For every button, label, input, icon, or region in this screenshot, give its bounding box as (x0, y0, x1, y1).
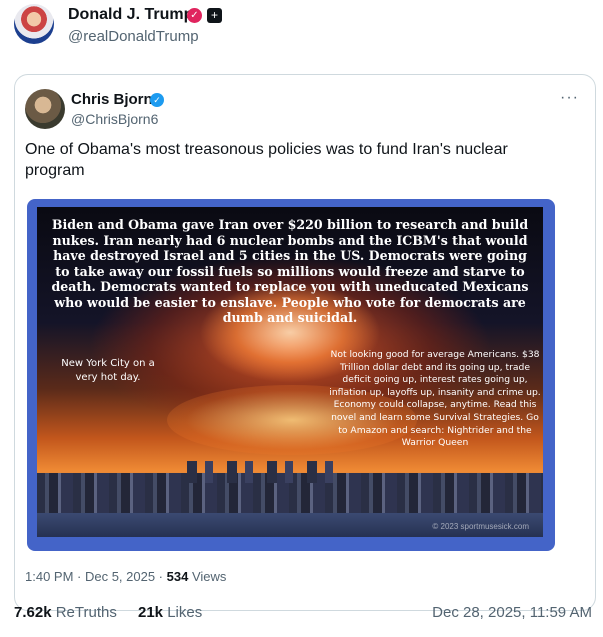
avatar[interactable] (14, 4, 54, 44)
post-time: 1:40 PM · Dec 5, 2025 · (25, 569, 164, 584)
author-handle[interactable]: @realDonaldTrump (68, 28, 199, 45)
quoted-post-card[interactable]: Chris Bjorn ✓ @ChrisBjorn6 ··· One of Ob… (14, 74, 596, 611)
image-right-caption: Not looking good for average Americans. … (329, 349, 541, 449)
likes-stat[interactable]: 21k Likes (138, 604, 202, 621)
image-main-caption: Biden and Obama gave Iran over $220 bill… (51, 217, 529, 325)
retruths-stat[interactable]: 7.62k ReTruths (14, 604, 117, 621)
image-left-caption: New York City on a very hot day. (61, 358, 155, 383)
post-image[interactable]: Biden and Obama gave Iran over $220 bill… (27, 199, 555, 551)
verified-badge-icon: ✓ (150, 93, 164, 107)
retruths-label: ReTruths (55, 604, 117, 621)
post-header: Donald J. Trump ✓ + @realDonaldTrump (14, 4, 594, 48)
image-watermark: © 2023 sportmusesick.com (432, 522, 529, 531)
quoted-author-name[interactable]: Chris Bjorn (71, 91, 153, 108)
likes-count: 21k (138, 604, 164, 621)
likes-label: Likes (167, 604, 203, 621)
plus-icon: + (207, 8, 222, 23)
post-stats: 7.62k ReTruths 21k Likes Dec 28, 2025, 1… (14, 604, 592, 624)
meme-scene: Biden and Obama gave Iran over $220 bill… (37, 207, 543, 537)
views-count: 534 (166, 569, 189, 584)
views-label: Views (191, 569, 227, 584)
post-timestamp: 1:40 PM · Dec 5, 2025 · 534 Views (25, 569, 226, 584)
quoted-post-text: One of Obama's most treasonous policies … (25, 141, 508, 179)
quoted-avatar[interactable] (25, 89, 65, 129)
more-options-icon[interactable]: ··· (560, 89, 579, 107)
city-skyline (37, 461, 543, 513)
author-name[interactable]: Donald J. Trump (68, 6, 193, 24)
verified-badge-icon: ✓ (187, 8, 202, 23)
quoted-author-handle[interactable]: @ChrisBjorn6 (71, 111, 158, 127)
retruths-count: 7.62k (14, 604, 52, 621)
post-date: Dec 28, 2025, 11:59 AM (432, 604, 592, 621)
